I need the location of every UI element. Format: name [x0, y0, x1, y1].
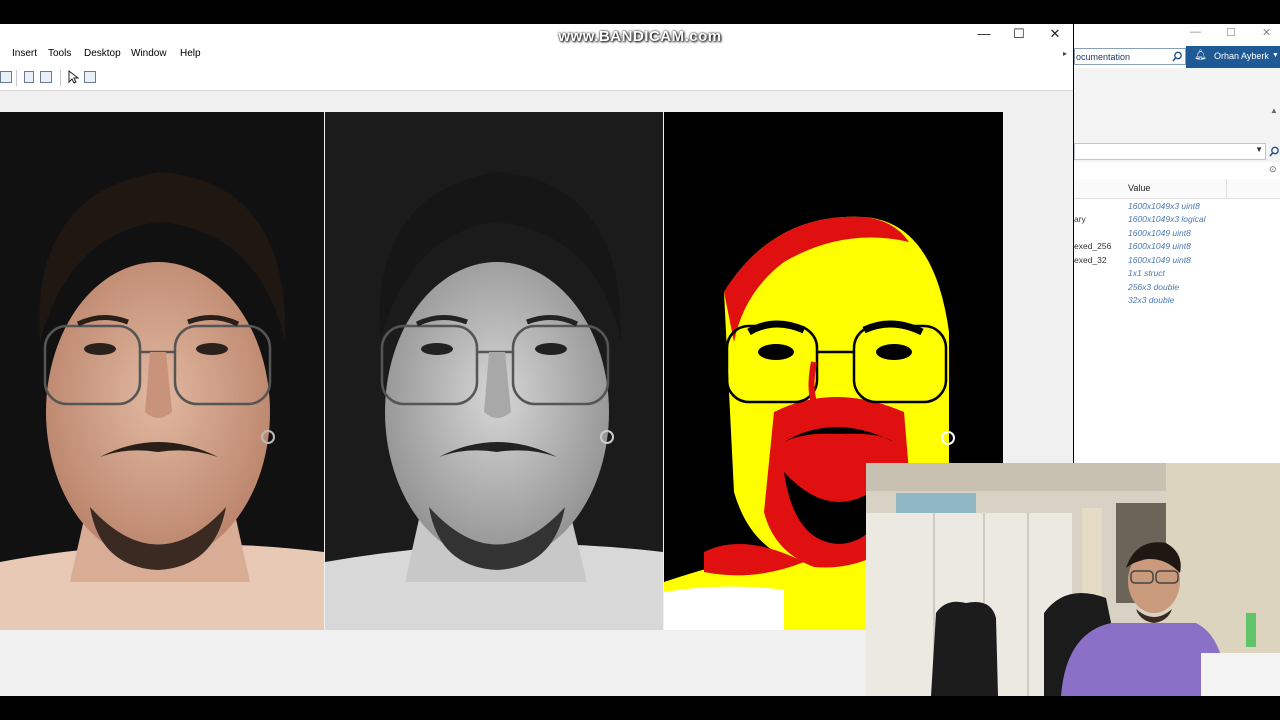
var-value: 1600x1049 uint8: [1128, 241, 1191, 251]
matlab-desktop: — ☐ ✕ ocumentation 🔔︎ Orhan Ayberk ▼ ▲ ▼…: [1074, 24, 1280, 464]
plot-browser-icon[interactable]: [84, 71, 96, 83]
var-name: exed_256: [1074, 241, 1112, 251]
value-column-header[interactable]: Value: [1128, 183, 1150, 193]
desktop-close-icon[interactable]: ✕: [1262, 26, 1271, 39]
var-value: 1600x1049 uint8: [1128, 228, 1191, 238]
menu-insert[interactable]: Insert: [12, 48, 37, 59]
current-folder-path[interactable]: ▼: [1074, 143, 1266, 160]
collapse-toolstrip-icon[interactable]: ▲: [1270, 106, 1278, 115]
documentation-search-input[interactable]: ocumentation: [1074, 48, 1186, 65]
edit-plot-arrow-icon[interactable]: [67, 70, 79, 84]
var-value: 1600x1049x3 logical: [1128, 214, 1206, 224]
toolbar-separator: [16, 70, 17, 86]
figure-toolbar: [0, 66, 1073, 91]
workspace-row[interactable]: ary 1600x1049x3 logical: [1074, 214, 1280, 227]
face-photo-grayscale: [325, 112, 663, 630]
menu-tools[interactable]: Tools: [48, 48, 71, 59]
user-name[interactable]: Orhan Ayberk: [1214, 51, 1269, 61]
minimize-button[interactable]: —: [966, 24, 1002, 44]
print-icon[interactable]: [0, 71, 12, 83]
workspace-row[interactable]: 32x3 double: [1074, 295, 1280, 308]
search-icon[interactable]: [1172, 51, 1183, 62]
figure-menubar: Insert Tools Desktop Window Help ▸: [0, 44, 1073, 66]
subplot-grayscale-image: [325, 112, 663, 630]
desktop-titlebar: — ☐ ✕: [1074, 24, 1280, 46]
chevron-down-icon[interactable]: ▼: [1272, 52, 1279, 59]
webcam-overlay: [866, 463, 1280, 696]
var-value: 32x3 double: [1128, 295, 1175, 305]
maximize-button[interactable]: ☐: [1001, 24, 1037, 44]
desktop-maximize-icon[interactable]: ☐: [1226, 26, 1236, 39]
workspace-row[interactable]: 1600x1049 uint8: [1074, 228, 1280, 241]
toolbar-separator: [60, 70, 61, 86]
workspace-row[interactable]: exed_256 1600x1049 uint8: [1074, 241, 1280, 254]
account-bar[interactable]: 🔔︎ Orhan Ayberk ▼: [1186, 46, 1280, 68]
var-value: 1600x1049x3 uint8: [1128, 201, 1200, 211]
var-value: 1600x1049 uint8: [1128, 255, 1191, 265]
hide-plot-tools-icon[interactable]: [24, 71, 34, 83]
menu-overflow-icon[interactable]: ▸: [1063, 49, 1067, 58]
workspace-row[interactable]: 1600x1049x3 uint8: [1074, 201, 1280, 214]
workspace-row[interactable]: 256x3 double: [1074, 282, 1280, 295]
workspace-row[interactable]: 1x1 struct: [1074, 268, 1280, 281]
menu-desktop[interactable]: Desktop: [84, 48, 121, 59]
notification-bell-icon[interactable]: 🔔︎: [1194, 50, 1207, 61]
var-value: 1x1 struct: [1128, 268, 1165, 278]
var-value: 256x3 double: [1128, 282, 1180, 292]
desktop-minimize-icon[interactable]: —: [1190, 26, 1201, 38]
show-plot-tools-icon[interactable]: [40, 71, 52, 83]
chevron-down-icon[interactable]: ▼: [1255, 145, 1263, 154]
folder-search-icon[interactable]: [1269, 146, 1280, 157]
close-button[interactable]: ✕: [1037, 24, 1073, 44]
column-divider: [1226, 179, 1227, 198]
figure-titlebar: — ☐ ✕: [0, 24, 1073, 44]
var-name: exed_32: [1074, 255, 1107, 265]
workspace-row[interactable]: exed_32 1600x1049 uint8: [1074, 255, 1280, 268]
workspace-actions-icon[interactable]: ⊙: [1269, 164, 1277, 175]
face-photo-original: [0, 112, 324, 630]
menu-help[interactable]: Help: [180, 48, 201, 59]
workspace-panel: ⊙ Value 1600x1049x3 uint8 ary 1600x1049x3…: [1074, 162, 1280, 464]
menu-window[interactable]: Window: [131, 48, 167, 59]
webcam-feed: [866, 463, 1280, 696]
recording-watermark: www.BANDICAM.com: [558, 28, 722, 45]
subplot-original-image: [0, 112, 324, 630]
workspace-table-header: Value: [1074, 179, 1280, 199]
var-name: ary: [1074, 214, 1086, 224]
